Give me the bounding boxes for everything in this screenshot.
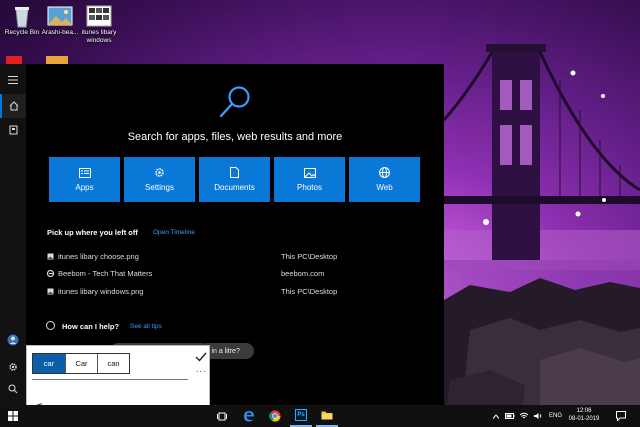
apps-icon xyxy=(78,167,91,178)
task-view-button[interactable] xyxy=(212,405,232,427)
recent-item-name: Beebom - Tech That Matters xyxy=(58,269,153,278)
windows-logo-icon xyxy=(8,411,18,421)
network-button[interactable] xyxy=(518,405,530,427)
search-headline: Search for apps, files, web results and … xyxy=(127,131,343,143)
desktop-icon-label: Arashi-bea... xyxy=(41,29,79,36)
feedback-button[interactable] xyxy=(0,377,26,401)
battery-icon xyxy=(505,413,515,419)
category-label: Apps xyxy=(75,182,94,192)
writing-guide-line xyxy=(32,379,188,380)
desktop-icon-partial[interactable] xyxy=(46,56,68,64)
settings-button[interactable] xyxy=(0,355,26,379)
cortana-ring-icon xyxy=(46,321,55,330)
start-button[interactable] xyxy=(0,405,26,427)
action-center-button[interactable] xyxy=(612,405,630,427)
home-icon xyxy=(9,101,19,111)
search-icon xyxy=(217,84,253,125)
candidate-word[interactable]: can xyxy=(97,354,129,373)
recent-item-name: itunes libary windows.png xyxy=(58,287,144,296)
tip-chip-text: s in a litre? xyxy=(206,347,240,355)
notebook-button[interactable] xyxy=(0,118,26,142)
feedback-icon xyxy=(8,384,18,394)
clock-date: 08-01-2019 xyxy=(568,416,600,422)
image-file-icon xyxy=(47,288,54,297)
help-section-title: How can I help? xyxy=(62,322,120,331)
chevron-up-icon xyxy=(492,413,500,419)
wifi-icon xyxy=(519,412,529,419)
category-settings-button[interactable]: Settings xyxy=(124,157,195,202)
user-account-button[interactable] xyxy=(0,328,26,352)
recycle-bin-icon xyxy=(9,4,35,28)
photoshop-taskbar-button[interactable]: Ps xyxy=(290,405,312,427)
task-view-icon xyxy=(217,412,227,420)
category-label: Web xyxy=(376,183,393,192)
category-label: Documents xyxy=(214,183,255,192)
image-file-icon xyxy=(47,253,54,262)
taskbar-clock[interactable]: 12:06 08-01-2019 xyxy=(564,407,604,423)
candidate-word[interactable]: car xyxy=(33,354,65,373)
start-rail xyxy=(0,64,26,408)
category-apps-button[interactable]: Apps xyxy=(49,157,120,202)
image-file-icon xyxy=(47,4,73,28)
recent-item-location: This PC\Desktop xyxy=(281,287,338,296)
battery-button[interactable] xyxy=(504,405,516,427)
speaker-icon xyxy=(534,413,542,419)
file-explorer-taskbar-button[interactable] xyxy=(316,405,338,427)
category-photos-button[interactable]: Photos xyxy=(274,157,345,202)
chrome-icon xyxy=(269,410,281,422)
show-hidden-icons-button[interactable] xyxy=(490,405,502,427)
see-all-tips-link[interactable]: See all tips xyxy=(130,323,162,330)
search-categories: Apps Settings Documents Photos Web xyxy=(49,157,420,202)
candidate-word[interactable]: Car xyxy=(65,354,97,373)
image-file-icon xyxy=(86,4,112,28)
desktop-icon-partial[interactable] xyxy=(6,56,22,64)
recent-item-location: This PC\Desktop xyxy=(281,252,338,261)
candidate-list: car Car can xyxy=(32,353,130,374)
chrome-taskbar-button[interactable] xyxy=(264,405,286,427)
recent-item[interactable]: Beebom - Tech That Matters beebom.com xyxy=(46,269,427,281)
checkmark-icon xyxy=(195,352,207,362)
hamburger-menu-button[interactable] xyxy=(0,68,26,92)
category-label: Settings xyxy=(145,183,174,192)
photoshop-icon: Ps xyxy=(295,409,307,421)
open-timeline-link[interactable]: Open Timeline xyxy=(153,229,195,236)
recent-section-title: Pick up where you left off xyxy=(47,228,138,237)
recent-item[interactable]: itunes libary windows.png This PC\Deskto… xyxy=(47,287,427,299)
document-icon xyxy=(230,167,239,178)
recent-item-location: beebom.com xyxy=(281,269,325,278)
photo-icon xyxy=(303,167,316,178)
more-options-button[interactable]: ... xyxy=(196,364,207,374)
recent-item-name: itunes libary choose.png xyxy=(58,252,139,261)
desktop-icon-label: Recycle Bin xyxy=(4,29,40,36)
category-label: Photos xyxy=(297,182,322,192)
input-language-indicator[interactable]: ENG xyxy=(549,413,562,419)
category-documents-button[interactable]: Documents xyxy=(199,157,270,202)
desktop-icon-arashi-beach[interactable]: Arashi-bea... xyxy=(38,4,82,37)
home-button[interactable] xyxy=(0,94,26,118)
clock-time: 12:06 xyxy=(576,408,592,414)
avatar-icon xyxy=(7,334,19,346)
file-explorer-icon xyxy=(321,411,333,420)
edge-taskbar-button[interactable] xyxy=(238,405,260,427)
category-web-button[interactable]: Web xyxy=(349,157,420,202)
notebook-icon xyxy=(9,125,17,135)
gear-icon xyxy=(155,168,164,177)
desktop-icon-label: itunes libary windows xyxy=(81,29,117,44)
edge-icon xyxy=(46,269,55,279)
globe-icon xyxy=(379,167,390,178)
gear-icon xyxy=(9,363,17,371)
recent-item[interactable]: itunes libary choose.png This PC\Desktop xyxy=(47,252,427,264)
hamburger-icon xyxy=(8,76,18,84)
desktop-icon-itunes-libary-windows[interactable]: itunes libary windows xyxy=(77,4,121,45)
volume-button[interactable] xyxy=(532,405,544,427)
edge-icon xyxy=(244,411,254,422)
notification-icon xyxy=(616,411,626,421)
